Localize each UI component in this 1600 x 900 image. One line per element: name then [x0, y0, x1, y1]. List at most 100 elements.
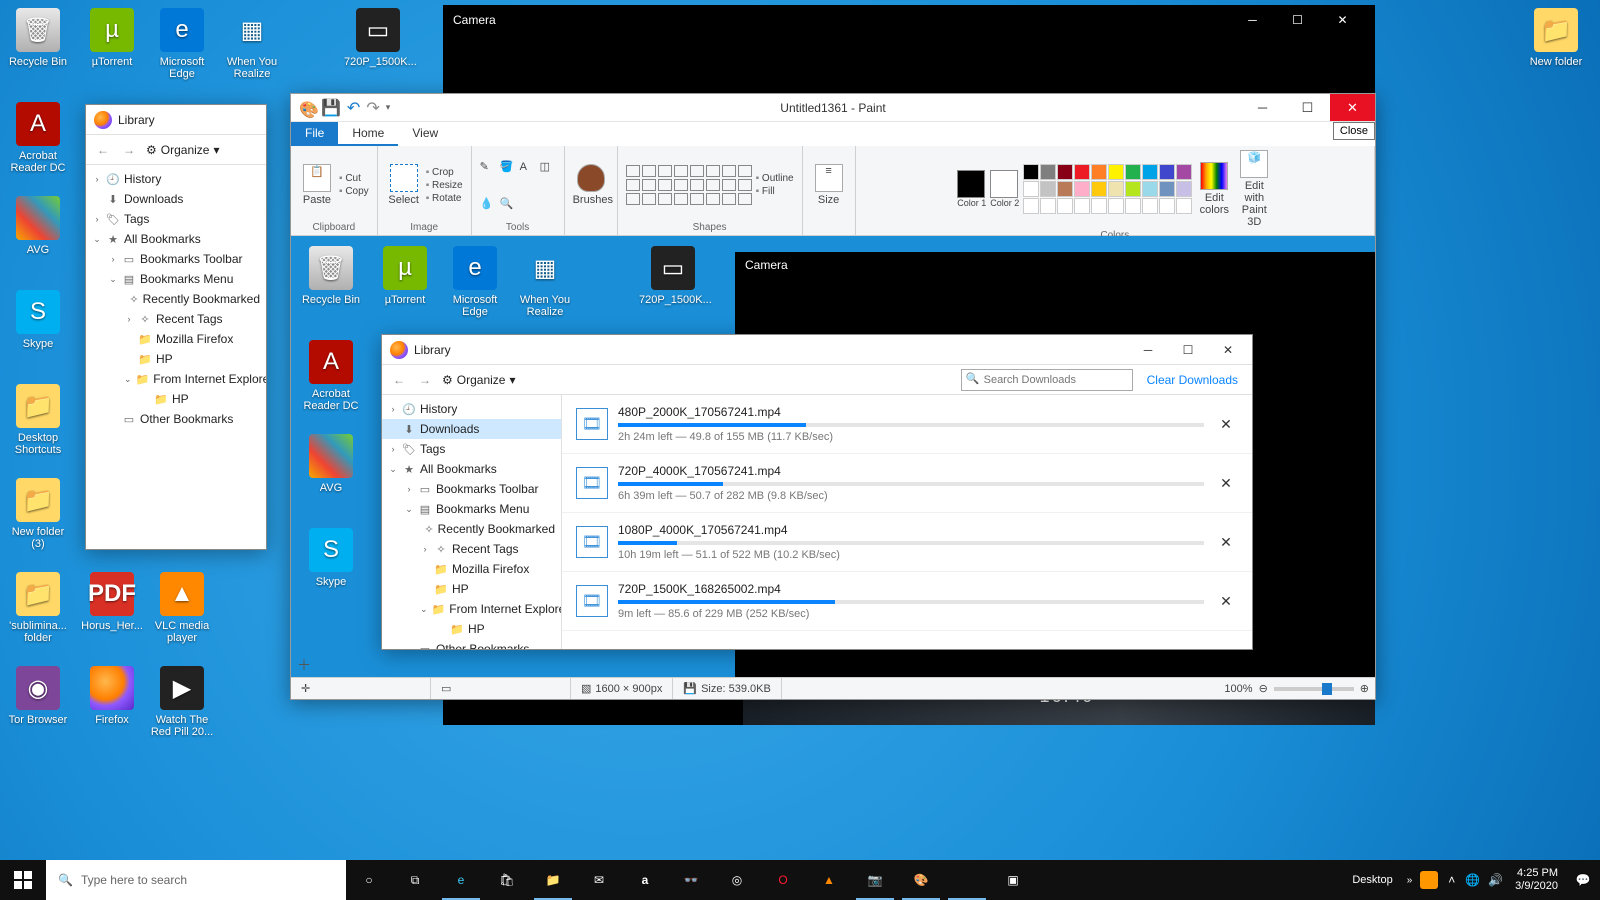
- library-tree[interactable]: ›🕘History⬇Downloads›🏷Tags⌄★All Bookmarks…: [382, 395, 562, 649]
- color-1[interactable]: Color 1: [957, 170, 986, 208]
- desktop-icon[interactable]: 📁New folder (3): [4, 478, 72, 550]
- color-swatch[interactable]: [1176, 181, 1192, 197]
- maximize-button[interactable]: ☐: [1285, 94, 1330, 121]
- tree-row[interactable]: ⌄▤Bookmarks Menu: [86, 269, 266, 289]
- color-swatch[interactable]: [1159, 164, 1175, 180]
- taskbar-firefox[interactable]: [944, 860, 990, 900]
- taskbar-chromium[interactable]: ◎: [714, 860, 760, 900]
- search-input[interactable]: [961, 369, 1133, 391]
- minimize-button[interactable]: ─: [1230, 5, 1275, 35]
- color-swatch[interactable]: [1125, 181, 1141, 197]
- tray-overflow-icon[interactable]: »: [1403, 875, 1417, 886]
- taskbar-camera[interactable]: 📷: [852, 860, 898, 900]
- resize-button[interactable]: Resize: [426, 180, 463, 191]
- zoom-out-button[interactable]: ⊖: [1259, 682, 1268, 695]
- desktop-icon[interactable]: ▦When You Realize: [218, 8, 286, 80]
- tray-network-icon[interactable]: 🌐: [1461, 873, 1484, 887]
- color-swatch[interactable]: [1057, 181, 1073, 197]
- color-swatch[interactable]: [1091, 164, 1107, 180]
- cut-button[interactable]: Cut: [339, 173, 369, 184]
- fill-button[interactable]: Fill: [756, 186, 794, 197]
- download-item[interactable]: 🎞 720P_1500K_168265002.mp4 9m left — 85.…: [562, 572, 1252, 631]
- library-tree[interactable]: ›🕘History⬇Downloads›🏷Tags⌄★All Bookmarks…: [86, 165, 266, 549]
- desktop-icon[interactable]: Firefox: [78, 666, 146, 726]
- color-swatch[interactable]: [1091, 181, 1107, 197]
- minimize-button[interactable]: ─: [1240, 94, 1285, 121]
- cancel-download-button[interactable]: ✕: [1214, 416, 1238, 433]
- pencil-icon[interactable]: ✎: [480, 160, 496, 173]
- download-item[interactable]: 🎞 720P_4000K_170567241.mp4 6h 39m left —…: [562, 454, 1252, 513]
- desktop-icon[interactable]: ◉Tor Browser: [4, 666, 72, 726]
- tree-row[interactable]: ⬇Downloads: [382, 419, 561, 439]
- color-swatch[interactable]: [1057, 164, 1073, 180]
- desktop-icon[interactable]: AAcrobat Reader DC: [4, 102, 72, 174]
- size-button[interactable]: ≡Size: [811, 164, 847, 206]
- desktop-icon[interactable]: ▭720P_1500K...: [344, 8, 412, 68]
- taskbar-edge[interactable]: e: [438, 860, 484, 900]
- taskbar-app[interactable]: ▣: [990, 860, 1036, 900]
- color-palette[interactable]: [1023, 164, 1192, 214]
- cancel-download-button[interactable]: ✕: [1214, 593, 1238, 610]
- color-swatch[interactable]: [1040, 164, 1056, 180]
- undo-icon[interactable]: ↶: [347, 98, 360, 118]
- select-button[interactable]: Select: [386, 164, 422, 206]
- tree-row[interactable]: 📁HP: [86, 389, 266, 409]
- taskbar-tripadvisor[interactable]: 👓: [668, 860, 714, 900]
- text-icon[interactable]: A: [520, 161, 536, 173]
- clear-downloads-link[interactable]: Clear Downloads: [1141, 373, 1244, 387]
- color-swatch[interactable]: [1040, 181, 1056, 197]
- tray-clock[interactable]: 4:25 PM3/9/2020: [1507, 867, 1566, 893]
- taskbar-vlc[interactable]: ▲: [806, 860, 852, 900]
- edit-colors-button[interactable]: Edit colors: [1196, 162, 1232, 216]
- desktop-icon[interactable]: 📁New folder: [1522, 8, 1590, 68]
- tree-row[interactable]: ›🕘History: [382, 399, 561, 419]
- tree-row[interactable]: ▭Other Bookmarks: [382, 639, 561, 649]
- desktop-icon[interactable]: µµTorrent: [78, 8, 146, 68]
- cancel-download-button[interactable]: ✕: [1214, 534, 1238, 551]
- library-titlebar[interactable]: Library: [86, 105, 266, 135]
- tree-row[interactable]: 📁HP: [86, 349, 266, 369]
- taskbar-mail[interactable]: ✉: [576, 860, 622, 900]
- organize-menu[interactable]: ⚙ Organize ▾: [442, 373, 516, 387]
- quick-save-icon[interactable]: 💾: [321, 98, 341, 118]
- tab-home[interactable]: Home: [338, 122, 398, 146]
- tree-row[interactable]: ✧Recently Bookmarked: [86, 289, 266, 309]
- maximize-button[interactable]: ☐: [1168, 336, 1208, 364]
- tree-row[interactable]: ▭Other Bookmarks: [86, 409, 266, 429]
- paint-3d-button[interactable]: 🧊Edit with Paint 3D: [1236, 150, 1272, 228]
- tab-file[interactable]: File: [291, 122, 338, 146]
- color-swatch[interactable]: [1108, 164, 1124, 180]
- magnifier-icon[interactable]: 🔍: [500, 197, 516, 210]
- outline-button[interactable]: Outline: [756, 173, 794, 184]
- desktop-icon[interactable]: eMicrosoft Edge: [148, 8, 216, 80]
- zoom-slider[interactable]: [1274, 687, 1354, 691]
- tree-row[interactable]: ⌄📁From Internet Explorer: [382, 599, 561, 619]
- color-swatch[interactable]: [1142, 164, 1158, 180]
- back-button[interactable]: ←: [390, 373, 408, 387]
- tree-row[interactable]: ⌄📁From Internet Explorer: [86, 369, 266, 389]
- forward-button[interactable]: →: [416, 373, 434, 387]
- forward-button[interactable]: →: [120, 143, 138, 157]
- taskbar-explorer[interactable]: 📁: [530, 860, 576, 900]
- qat-dropdown-icon[interactable]: ▾: [386, 102, 391, 113]
- rotate-button[interactable]: Rotate: [426, 193, 463, 204]
- tree-row[interactable]: 📁Mozilla Firefox: [86, 329, 266, 349]
- tab-view[interactable]: View: [398, 122, 452, 146]
- color-swatch[interactable]: [1176, 164, 1192, 180]
- color-swatch[interactable]: [1159, 181, 1175, 197]
- tree-row[interactable]: ⌄★All Bookmarks: [382, 459, 561, 479]
- organize-menu[interactable]: ⚙ Organize ▾: [146, 143, 220, 157]
- desktop-icon[interactable]: ▲VLC media player: [148, 572, 216, 644]
- redo-icon[interactable]: ↷: [366, 98, 379, 118]
- color-swatch[interactable]: [1023, 181, 1039, 197]
- close-button[interactable]: ✕: [1320, 5, 1365, 35]
- close-button[interactable]: ✕: [1330, 94, 1375, 121]
- paste-button[interactable]: 📋Paste: [299, 164, 335, 206]
- tree-row[interactable]: ›🏷Tags: [382, 439, 561, 459]
- tree-row[interactable]: ⬇Downloads: [86, 189, 266, 209]
- maximize-button[interactable]: ☐: [1275, 5, 1320, 35]
- taskbar-store[interactable]: 🛍: [484, 860, 530, 900]
- download-item[interactable]: 🎞 480P_2000K_170567241.mp4 2h 24m left —…: [562, 395, 1252, 454]
- tree-row[interactable]: 📁HP: [382, 619, 561, 639]
- color-swatch[interactable]: [1074, 181, 1090, 197]
